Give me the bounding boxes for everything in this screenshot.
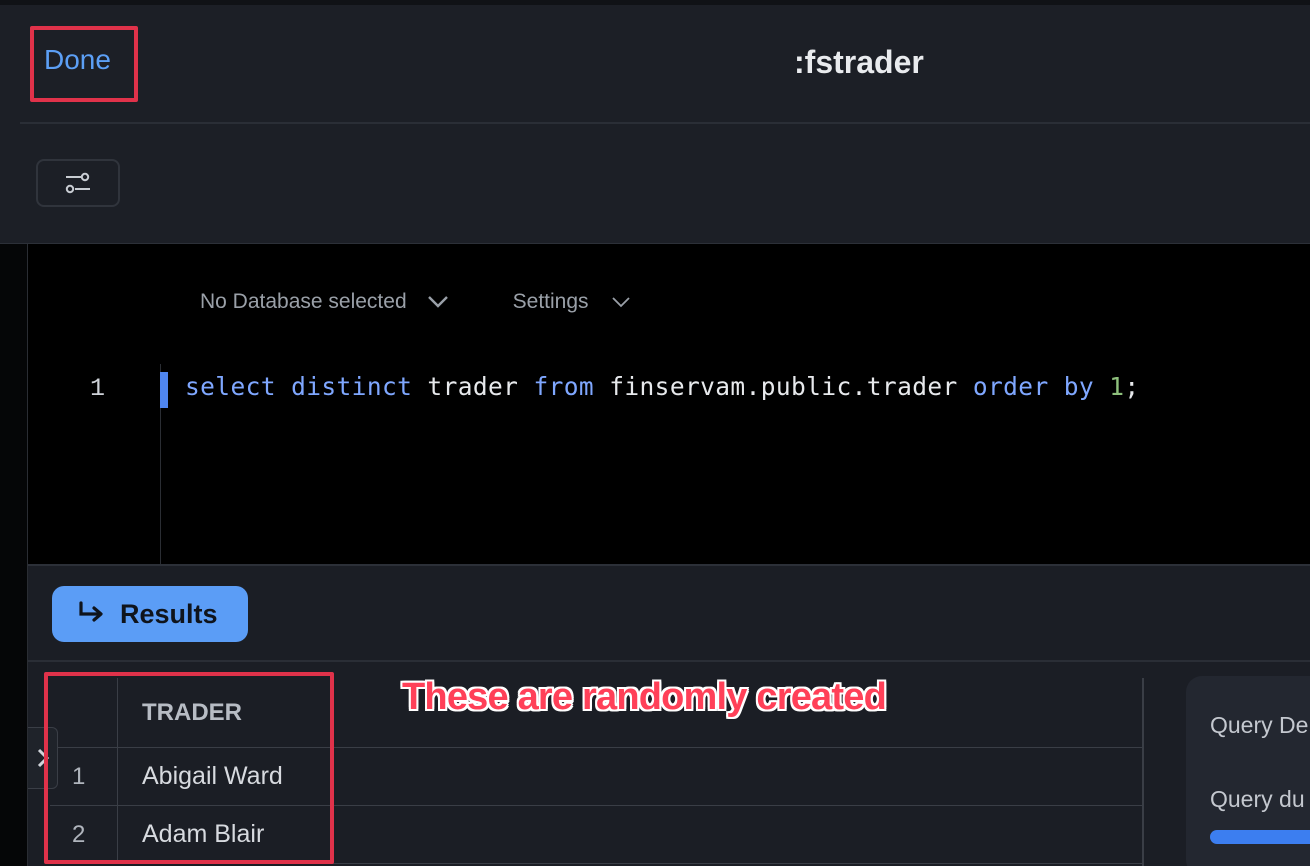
page-title: :fstrader — [794, 44, 924, 80]
settings-select[interactable]: Settings — [513, 290, 631, 314]
code-token: finservam.public.trader — [594, 372, 973, 401]
query-duration-label: Query du — [1210, 786, 1305, 812]
database-select[interactable]: No Database selected — [200, 290, 449, 314]
chevron-down-icon — [427, 296, 448, 308]
query-duration-bar — [1210, 830, 1310, 844]
annotation-text: These are randomly created — [402, 676, 887, 718]
code-token: order — [972, 372, 1049, 401]
sliders-icon — [65, 172, 90, 194]
header-top-strip — [0, 0, 1310, 5]
code-token: by — [1063, 372, 1095, 401]
code-token: from — [533, 372, 595, 401]
filter-button[interactable] — [36, 159, 120, 207]
results-button-label: Results — [120, 598, 218, 629]
code-token: select — [185, 372, 276, 401]
left-strip — [0, 244, 28, 866]
arrow-return-icon — [79, 601, 103, 622]
code-line[interactable]: select distinct trader from finservam.pu… — [185, 372, 1140, 401]
line-number: 1 — [90, 374, 106, 403]
table-highlight-box — [44, 672, 334, 864]
code-token: 1 — [1109, 372, 1125, 401]
active-line-marker — [160, 372, 168, 408]
query-details-panel: Query De Query du — [1186, 676, 1310, 866]
results-divider — [28, 660, 1310, 662]
code-token: trader — [412, 372, 534, 401]
database-select-label: No Database selected — [200, 290, 407, 313]
results-button[interactable]: Results — [52, 586, 248, 642]
code-token: distinct — [291, 372, 413, 401]
header-divider — [20, 122, 1310, 124]
editor-toolbar: No Database selected Settings — [200, 290, 631, 314]
code-token: ; — [1124, 372, 1140, 401]
query-details-title: Query De — [1210, 712, 1309, 738]
sql-editor[interactable]: No Database selected Settings 1 select d… — [28, 244, 1310, 564]
header: Done :fstrader — [0, 0, 1310, 244]
done-highlight-box — [30, 26, 138, 102]
settings-select-label: Settings — [512, 290, 589, 313]
chevron-down-icon — [611, 297, 630, 308]
